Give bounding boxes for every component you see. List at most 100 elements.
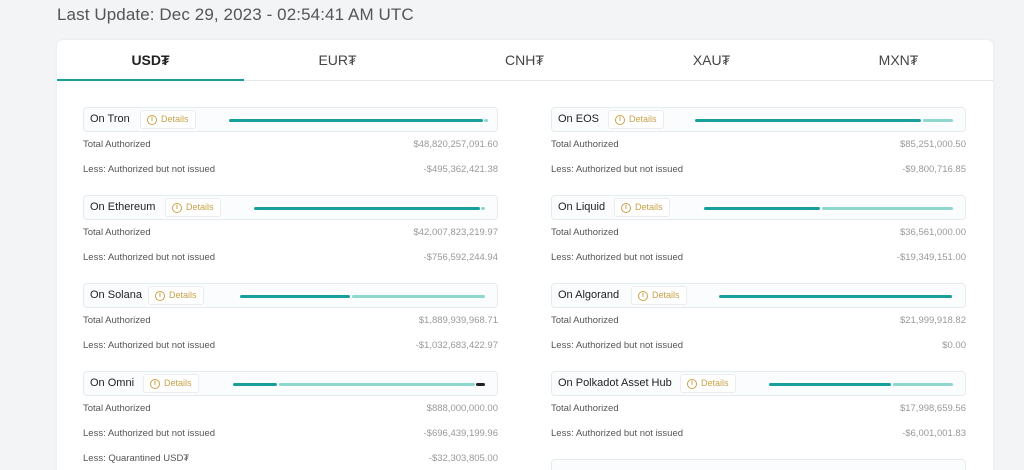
row-value: -$32,303,805.00 [428, 453, 498, 464]
less-row: Less: Authorized but not issued $0.00 [551, 333, 966, 358]
row-label: Total Authorized [551, 227, 619, 238]
last-update-text: Last Update: Dec 29, 2023 - 02:54:41 AM … [57, 5, 414, 24]
less-row: Less: Authorized but not issued -$6,001,0… [551, 421, 966, 446]
chain-name: On EOS [558, 113, 599, 125]
right-column: On EOS i Details Total Authorized $85,251,… [551, 107, 966, 470]
info-icon: i [615, 114, 625, 125]
row-value: -$756,592,244.94 [423, 252, 498, 263]
row-label: Less: Authorized but not issued [551, 340, 684, 351]
row-label: Less: Authorized but not issued [83, 428, 216, 439]
chain-name: On Polkadot Asset Hub [558, 377, 672, 389]
details-label: Details [635, 202, 663, 212]
chain-header: On Tron i Details [83, 107, 498, 132]
total-row: Total Authorized $17,998,659.56 [551, 396, 966, 421]
details-button[interactable]: i Details [614, 198, 670, 217]
row-label: Total Authorized [83, 315, 151, 326]
unissued-segment [484, 119, 488, 122]
supply-bar [233, 383, 486, 386]
total-row: Total Authorized $888,000,000.00 [83, 396, 498, 421]
info-icon: i [638, 290, 648, 301]
less-row: Less: Authorized but not issued -$696,439… [83, 421, 498, 446]
chain-solana: On Solana i Details Total Authorized $1,88… [83, 283, 498, 371]
chain-algorand: On Algorand i Details Total Authorized $21… [551, 283, 966, 371]
row-label: Total Authorized [83, 227, 151, 238]
row-value: $21,999,918.82 [899, 315, 966, 326]
supply-bar [254, 207, 488, 210]
quarantined-row: Less: Quarantined USD₮ -$32,303,805.00 [83, 446, 498, 470]
supply-bar [695, 119, 953, 122]
chain-header: On EOS i Details [551, 107, 966, 132]
total-row: Total Authorized $36,561,000.00 [551, 220, 966, 245]
row-value: -$6,001,001.83 [902, 428, 966, 439]
info-icon: i [687, 378, 697, 389]
info-icon: i [155, 290, 165, 301]
tab-xaut[interactable]: XAU₮ [618, 40, 805, 80]
details-button[interactable]: i Details [165, 198, 221, 217]
info-icon: i [147, 114, 157, 125]
row-value: $0.00 [942, 340, 966, 351]
less-row: Less: Authorized but not issued -$19,349,… [551, 245, 966, 270]
row-label: Less: Authorized but not issued [83, 340, 216, 351]
chain-name: On Solana [90, 289, 142, 301]
less-row: Less: Authorized but not issued -$1,032,6… [83, 333, 498, 358]
supply-bar [719, 295, 954, 298]
details-button[interactable]: i Details [631, 286, 687, 305]
supply-bar [704, 207, 954, 210]
less-row: Less: Authorized but not issued -$756,592… [83, 245, 498, 270]
unissued-segment [352, 295, 485, 298]
supply-bar [229, 119, 489, 122]
row-value: $85,251,000.50 [899, 139, 966, 150]
row-label: Less: Authorized but not issued [83, 252, 216, 263]
less-row: Less: Authorized but not issued -$9,800,7… [551, 157, 966, 182]
row-value: $1,889,939,968.71 [418, 315, 498, 326]
row-label: Total Authorized [551, 315, 619, 326]
details-label: Details [164, 378, 192, 388]
details-button[interactable]: i Details [143, 374, 199, 393]
details-button[interactable]: i Details [148, 286, 204, 305]
issued-segment [704, 207, 820, 210]
row-value: -$19,349,151.00 [896, 252, 966, 263]
supply-bar [769, 383, 954, 386]
details-label: Details [161, 114, 189, 124]
info-icon: i [150, 378, 160, 389]
row-label: Total Authorized [83, 403, 151, 414]
details-label: Details [701, 378, 729, 388]
row-value: $36,561,000.00 [899, 227, 966, 238]
chain-name: On Omni [90, 377, 135, 389]
currency-tabs: USD₮ EUR₮ CNH₮ XAU₮ MXN₮ [57, 40, 993, 81]
tab-cnht[interactable]: CNH₮ [431, 40, 618, 80]
info-icon: i [621, 202, 631, 213]
details-button[interactable]: i Details [680, 374, 736, 393]
row-label: Less: Authorized but not issued [83, 164, 216, 175]
unissued-segment [893, 383, 953, 386]
row-value: -$9,800,716.85 [902, 164, 966, 175]
tab-mxnt[interactable]: MXN₮ [805, 40, 992, 80]
tab-usdt[interactable]: USD₮ [57, 40, 244, 81]
supply-card: USD₮ EUR₮ CNH₮ XAU₮ MXN₮ On Tron i Detail… [57, 40, 993, 470]
details-label: Details [169, 290, 197, 300]
details-button[interactable]: i Details [140, 110, 196, 129]
unissued-segment [279, 383, 475, 386]
supply-bar [240, 295, 486, 298]
row-value: $888,000,000.00 [426, 403, 498, 414]
row-value: $48,820,257,091.60 [413, 139, 498, 150]
left-column: On Tron i Details Total Authorized $48,820… [83, 107, 498, 470]
chain-name: On Tron [90, 113, 130, 125]
unissued-segment [481, 207, 485, 210]
row-label: Less: Quarantined USD₮ [83, 453, 190, 464]
chain-liquid: On Liquid i Details Total Authorized $36,5… [551, 195, 966, 283]
issued-segment [719, 295, 952, 298]
chain-name: On Algorand [558, 289, 620, 301]
total-row: Total Authorized $21,999,918.82 [551, 308, 966, 333]
tab-eurt[interactable]: EUR₮ [244, 40, 431, 80]
row-value: -$696,439,199.96 [423, 428, 498, 439]
total-row: Total Authorized $1,889,939,968.71 [83, 308, 498, 333]
details-button[interactable]: i Details [608, 110, 664, 129]
chain-polkadot-asset-hub: On Polkadot Asset Hub i Details Total Aut… [551, 371, 966, 470]
total-row: Total Authorized $48,820,257,091.60 [83, 132, 498, 157]
info-icon: i [172, 202, 182, 213]
issued-segment [695, 119, 921, 122]
less-row: Less: Authorized but not issued -$495,362… [83, 157, 498, 182]
issued-segment [769, 383, 891, 386]
row-label: Less: Authorized but not issued [551, 428, 684, 439]
